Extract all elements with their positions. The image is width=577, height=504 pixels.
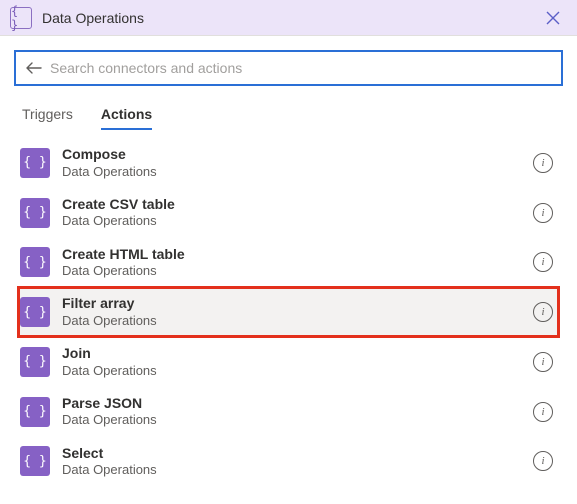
back-button[interactable] <box>24 62 44 74</box>
action-subtitle-label: Data Operations <box>62 263 533 279</box>
action-icon: { } <box>20 397 50 427</box>
back-arrow-icon <box>26 62 42 74</box>
action-row[interactable]: { } Create CSV tableData Operationsi <box>18 188 559 238</box>
tab-triggers[interactable]: Triggers <box>22 106 73 130</box>
action-text: Parse JSONData Operations <box>62 395 533 429</box>
search-container <box>0 36 577 92</box>
action-row[interactable]: { } JoinData Operationsi <box>18 337 559 387</box>
action-row[interactable]: { } SelectData Operationsi <box>18 437 559 487</box>
action-subtitle-label: Data Operations <box>62 363 533 379</box>
panel-title: Data Operations <box>42 10 539 26</box>
action-name-label: Filter array <box>62 295 533 313</box>
action-name-label: Create CSV table <box>62 196 533 214</box>
action-icon: { } <box>20 148 50 178</box>
info-icon[interactable]: i <box>533 203 553 223</box>
action-row[interactable]: { } Filter arrayData Operationsi <box>18 287 559 337</box>
tab-actions[interactable]: Actions <box>101 106 152 130</box>
info-icon[interactable]: i <box>533 153 553 173</box>
info-icon[interactable]: i <box>533 302 553 322</box>
action-name-label: Create HTML table <box>62 246 533 264</box>
actions-list: { }ComposeData Operationsi{ }Create CSV … <box>0 130 577 504</box>
action-name-label: Compose <box>62 146 533 164</box>
action-text: JoinData Operations <box>62 345 533 379</box>
close-icon <box>546 11 560 25</box>
search-box <box>14 50 563 86</box>
action-subtitle-label: Data Operations <box>62 412 533 428</box>
info-icon[interactable]: i <box>533 402 553 422</box>
action-text: SelectData Operations <box>62 445 533 479</box>
action-subtitle-label: Data Operations <box>62 213 533 229</box>
data-operations-panel: { } Data Operations Triggers Actions { }… <box>0 0 577 504</box>
search-input[interactable] <box>44 52 553 84</box>
tab-strip: Triggers Actions <box>0 92 577 130</box>
action-text: Create HTML tableData Operations <box>62 246 533 280</box>
connector-icon: { } <box>10 7 32 29</box>
action-row[interactable]: { } Parse JSONData Operationsi <box>18 387 559 437</box>
action-row[interactable]: { } Create HTML tableData Operationsi <box>18 238 559 288</box>
action-name-label: Join <box>62 345 533 363</box>
panel-header: { } Data Operations <box>0 0 577 36</box>
close-button[interactable] <box>539 4 567 32</box>
action-text: ComposeData Operations <box>62 146 533 180</box>
action-subtitle-label: Data Operations <box>62 164 533 180</box>
info-icon[interactable]: i <box>533 352 553 372</box>
action-text: Create CSV tableData Operations <box>62 196 533 230</box>
info-icon[interactable]: i <box>533 252 553 272</box>
action-text: Filter arrayData Operations <box>62 295 533 329</box>
action-icon: { } <box>20 347 50 377</box>
info-icon[interactable]: i <box>533 451 553 471</box>
action-name-label: Parse JSON <box>62 395 533 413</box>
action-icon: { } <box>20 198 50 228</box>
action-subtitle-label: Data Operations <box>62 313 533 329</box>
action-name-label: Select <box>62 445 533 463</box>
action-subtitle-label: Data Operations <box>62 462 533 478</box>
action-row[interactable]: { } ComposeData Operationsi <box>18 138 559 188</box>
action-icon: { } <box>20 446 50 476</box>
action-icon: { } <box>20 297 50 327</box>
action-icon: { } <box>20 247 50 277</box>
